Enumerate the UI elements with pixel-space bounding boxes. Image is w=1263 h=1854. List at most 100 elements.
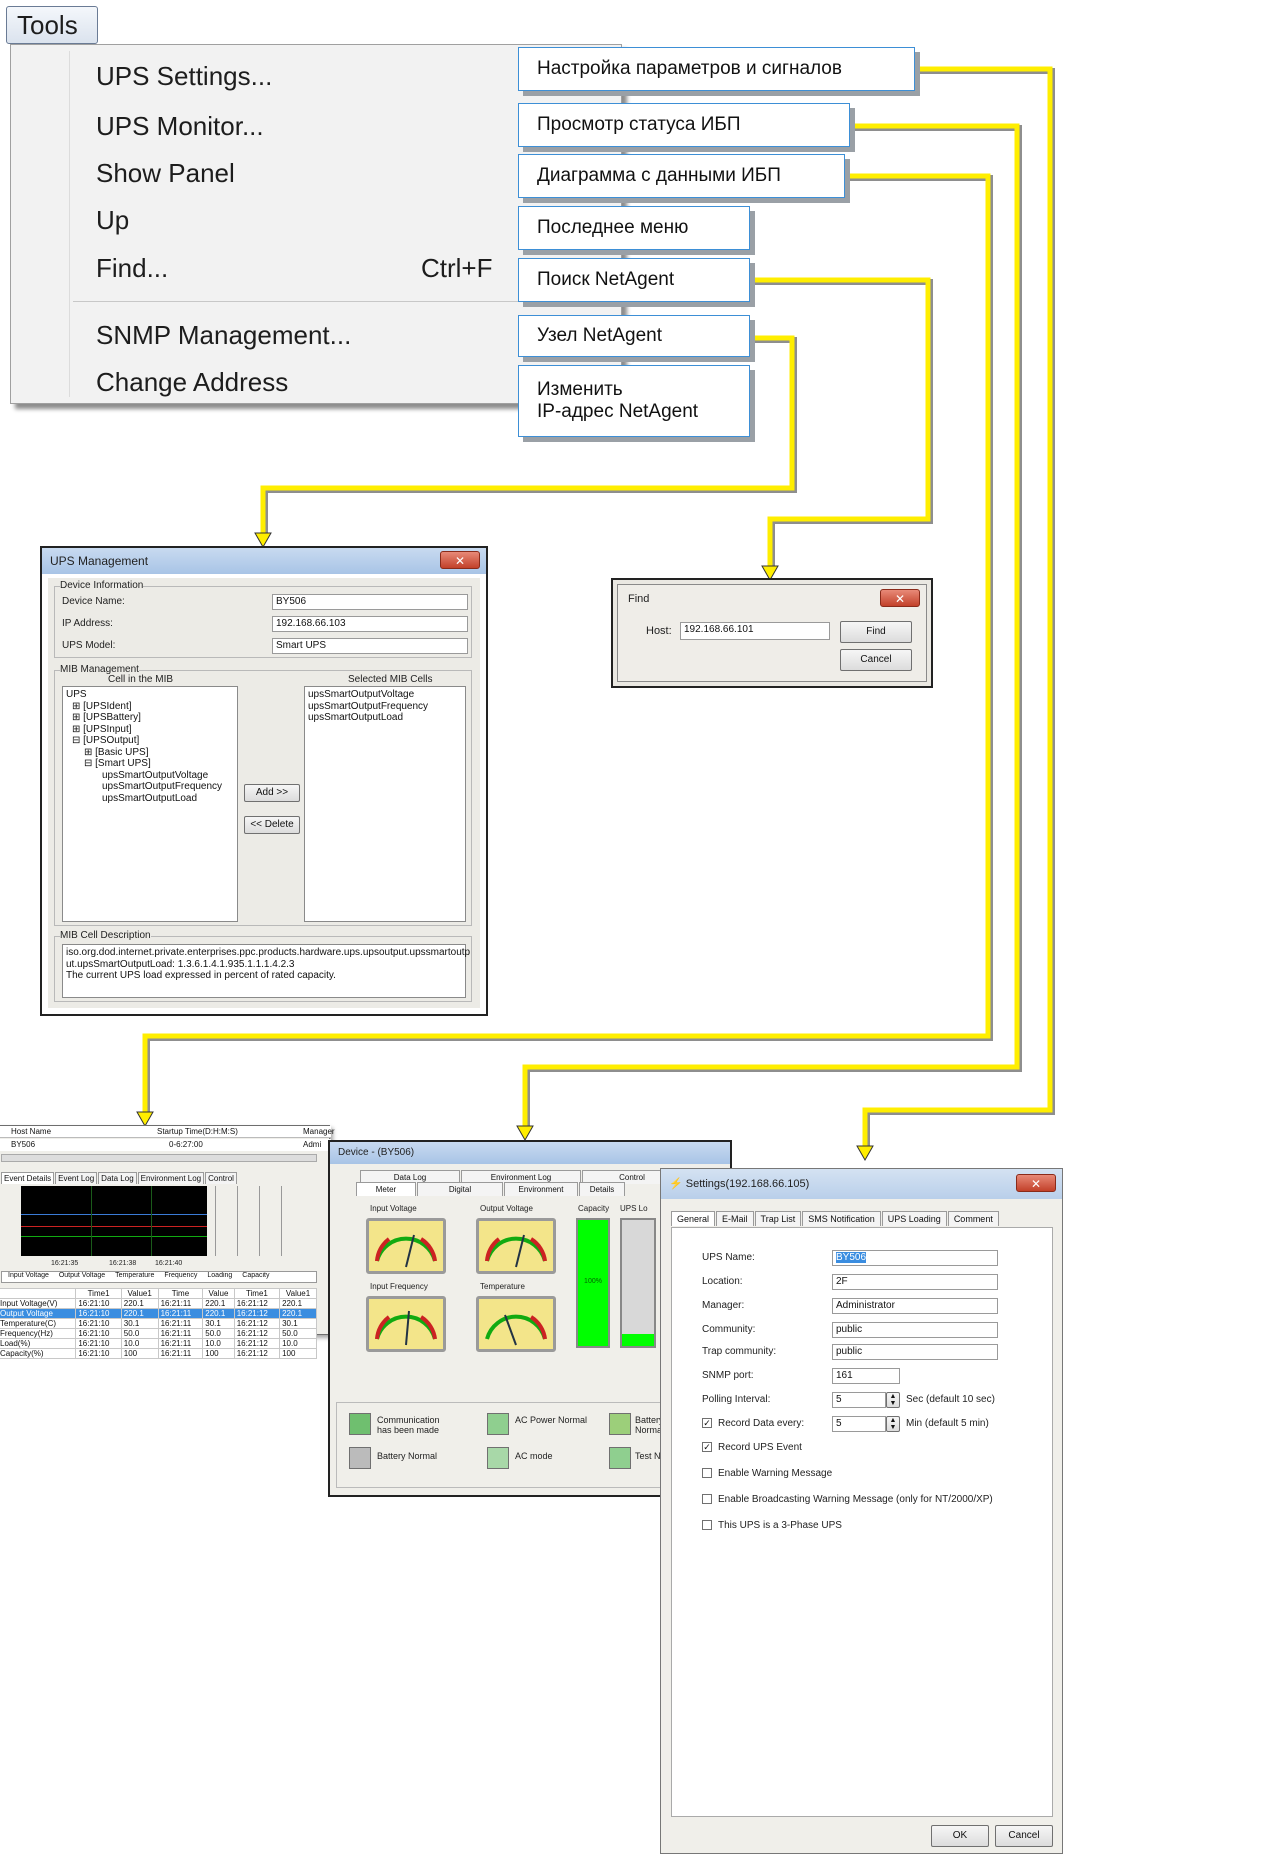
description-line: iso.org.dod.internet.private.enterprises… bbox=[66, 947, 471, 958]
load-fill bbox=[622, 1334, 654, 1346]
cancel-button[interactable]: Cancel bbox=[995, 1825, 1053, 1847]
header-col-host: Host Name bbox=[11, 1127, 52, 1136]
table-row[interactable]: Frequency(Hz) 16:21:10 50.0 16:21:11 50.0 16:… bbox=[0, 1328, 317, 1339]
tree-node[interactable]: upsSmartOutputVoltage bbox=[66, 770, 234, 782]
tab-environment[interactable]: Environment bbox=[504, 1182, 578, 1196]
output-voltage-gauge bbox=[476, 1218, 556, 1274]
input-voltage-gauge bbox=[366, 1218, 446, 1274]
capacity-value: 100% bbox=[584, 1278, 602, 1285]
table-cell: 16:21:11 bbox=[157, 1308, 204, 1319]
tab-sms[interactable]: SMS Notification bbox=[802, 1211, 881, 1226]
test-icon bbox=[609, 1447, 631, 1469]
ip-field[interactable]: 192.168.66.103 bbox=[272, 616, 468, 632]
group-title: Device Information bbox=[60, 580, 144, 591]
legend-item: Temperature bbox=[115, 1272, 155, 1279]
trap-community-input[interactable]: public bbox=[832, 1344, 998, 1360]
tab-trap-list[interactable]: Trap List bbox=[754, 1211, 802, 1226]
mib-tree[interactable]: UPS ⊞ [UPSIdent] ⊞ [UPSBattery] ⊞ [UPSIn… bbox=[62, 686, 238, 922]
device-name-field[interactable]: BY506 bbox=[272, 594, 468, 610]
close-icon[interactable]: ✕ bbox=[880, 589, 920, 607]
table-header: Value1 bbox=[279, 1288, 317, 1299]
table-row-selected[interactable]: Output Voltage 16:21:10 220.1 16:21:11 220.1… bbox=[0, 1308, 317, 1319]
tab-data-log[interactable]: Data Log bbox=[98, 1172, 137, 1184]
polling-input[interactable]: 5 bbox=[832, 1392, 886, 1408]
three-phase-checkbox[interactable] bbox=[702, 1520, 712, 1530]
chart-legend: Input Voltage Output Voltage Temperature… bbox=[1, 1271, 317, 1283]
selected-cells-list[interactable]: upsSmartOutputVoltage upsSmartOutputFreq… bbox=[304, 686, 466, 922]
close-icon[interactable]: ✕ bbox=[1016, 1174, 1056, 1192]
snmp-port-input[interactable]: 161 bbox=[832, 1368, 900, 1384]
legend-item: Input Voltage bbox=[8, 1272, 49, 1279]
tree-node[interactable]: upsSmartOutputFrequency bbox=[66, 781, 234, 793]
legend-item: Loading bbox=[207, 1272, 233, 1279]
find-button[interactable]: Find bbox=[840, 621, 912, 643]
community-input[interactable]: public bbox=[832, 1322, 998, 1338]
window-title: UPS Management bbox=[50, 554, 149, 568]
menu-item-change-address[interactable]: Change Address bbox=[96, 367, 288, 398]
table-cell: 16:21:11 bbox=[157, 1338, 204, 1349]
tab-general[interactable]: General bbox=[671, 1211, 716, 1226]
tab-comment[interactable]: Comment bbox=[947, 1211, 999, 1226]
meter-label: Input Frequency bbox=[370, 1282, 428, 1291]
tab-digital[interactable]: Digital bbox=[417, 1182, 503, 1196]
tree-node[interactable]: ⊞ [UPSBattery] bbox=[66, 712, 234, 724]
manager-input[interactable]: Administrator bbox=[832, 1298, 998, 1314]
model-field[interactable]: Smart UPS bbox=[272, 638, 468, 654]
tree-node[interactable]: ⊟ [Smart UPS] bbox=[66, 758, 234, 770]
menu-item-ups-monitor[interactable]: UPS Monitor... bbox=[96, 111, 264, 142]
table-cell: 220.1 bbox=[120, 1298, 159, 1309]
menu-item-show-panel[interactable]: Show Panel bbox=[96, 158, 235, 189]
callout-up: Последнее меню bbox=[518, 206, 750, 250]
table-cell: 100 bbox=[120, 1348, 159, 1359]
table-row[interactable]: Capacity(%) 16:21:10 100 16:21:11 100 16:21:1… bbox=[0, 1348, 317, 1359]
tree-node[interactable]: ⊞ [UPSInput] bbox=[66, 724, 234, 736]
tab-ups-loading[interactable]: UPS Loading bbox=[881, 1211, 947, 1226]
menu-item-snmp-management[interactable]: SNMP Management... bbox=[96, 320, 351, 351]
tab-details[interactable]: Details bbox=[579, 1182, 625, 1196]
tree-node[interactable]: ⊞ [UPSIdent] bbox=[66, 701, 234, 713]
list-item[interactable]: upsSmartOutputVoltage bbox=[308, 689, 462, 701]
tab-control[interactable]: Control bbox=[205, 1172, 237, 1184]
menu-item-ups-settings[interactable]: UPS Settings... bbox=[96, 61, 272, 92]
record-data-checkbox[interactable]: ✓ bbox=[702, 1418, 712, 1428]
tree-node[interactable]: ⊞ [Basic UPS] bbox=[66, 747, 234, 759]
ups-name-input[interactable]: BY506 bbox=[832, 1250, 998, 1266]
tab-meter[interactable]: Meter bbox=[356, 1182, 416, 1196]
tree-node[interactable]: UPS bbox=[66, 689, 234, 701]
close-icon[interactable]: ✕ bbox=[440, 551, 480, 569]
menu-item-find[interactable]: Find... bbox=[96, 253, 168, 284]
record-data-spinner[interactable]: ▲ ▼ bbox=[886, 1416, 900, 1432]
add-button[interactable]: Add >> bbox=[244, 784, 300, 802]
delete-button[interactable]: << Delete bbox=[244, 816, 300, 834]
tree-node[interactable]: ⊟ [UPSOutput] bbox=[66, 735, 234, 747]
description-line: The current UPS load expressed in percen… bbox=[66, 970, 336, 981]
table-row[interactable]: Temperature(C) 16:21:10 30.1 16:21:11 30.1 16… bbox=[0, 1318, 317, 1329]
manager-value: Admi bbox=[303, 1140, 322, 1149]
tab-event-log[interactable]: Event Log bbox=[55, 1172, 98, 1184]
polling-spinner[interactable]: ▲ ▼ bbox=[886, 1392, 900, 1408]
table-row[interactable]: Input Voltage(V) 16:21:10 220.1 16:21:11 220… bbox=[0, 1298, 317, 1309]
ok-button[interactable]: OK bbox=[931, 1825, 989, 1847]
record-event-checkbox[interactable]: ✓ bbox=[702, 1442, 712, 1452]
horizontal-scrollbar[interactable] bbox=[1, 1154, 317, 1162]
arrowhead bbox=[856, 1145, 874, 1162]
tab-environment-log[interactable]: Environment Log bbox=[137, 1172, 205, 1184]
location-input[interactable]: 2F bbox=[832, 1274, 998, 1290]
monitor-tabs: Event Details Event Log Data Log Environ… bbox=[1, 1172, 238, 1184]
host-input[interactable]: 192.168.66.101 bbox=[680, 622, 830, 640]
tools-menu-button[interactable]: Tools bbox=[6, 6, 98, 44]
table-row[interactable]: Load(%) 16:21:10 10.0 16:21:11 10.0 16:21:12 1… bbox=[0, 1338, 317, 1349]
window-title: Settings(192.168.66.105) bbox=[685, 1178, 810, 1190]
warning-checkbox[interactable] bbox=[702, 1468, 712, 1478]
tab-event-details[interactable]: Event Details bbox=[1, 1172, 55, 1184]
selected-header: Selected MIB Cells bbox=[348, 674, 433, 685]
list-item[interactable]: upsSmartOutputLoad bbox=[308, 712, 462, 724]
list-item[interactable]: upsSmartOutputFrequency bbox=[308, 701, 462, 713]
tab-email[interactable]: E-Mail bbox=[716, 1211, 754, 1226]
description-box[interactable]: iso.org.dod.internet.private.enterprises… bbox=[62, 944, 471, 998]
record-data-input[interactable]: 5 bbox=[832, 1416, 886, 1432]
tree-node[interactable]: upsSmartOutputLoad bbox=[66, 793, 234, 805]
menu-item-up[interactable]: Up bbox=[96, 205, 129, 236]
broadcast-checkbox[interactable] bbox=[702, 1494, 712, 1504]
cancel-button[interactable]: Cancel bbox=[840, 649, 912, 671]
